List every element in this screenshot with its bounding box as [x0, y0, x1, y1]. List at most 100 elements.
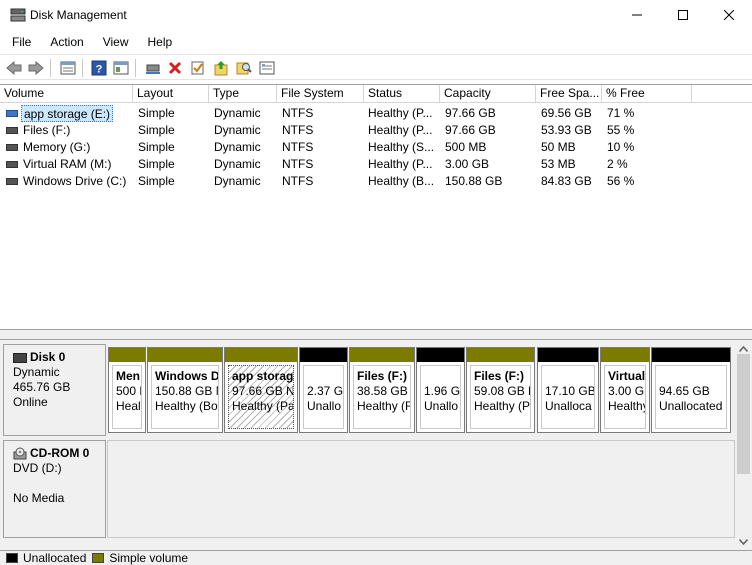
connect-icon [146, 64, 160, 74]
column-header-file-system[interactable]: File System [277, 85, 364, 102]
table-row[interactable]: Virtual RAM (M:) Simple Dynamic NTFS Hea… [0, 156, 752, 173]
partition-bar [109, 348, 145, 362]
cell-status: Healthy (P... [368, 123, 433, 137]
import-icon [214, 61, 228, 76]
table-row[interactable]: Windows Drive (C:) Simple Dynamic NTFS H… [0, 173, 752, 190]
minimize-icon [632, 14, 642, 16]
legend-bar: Unallocated Simple volume [0, 550, 752, 565]
partition-memory[interactable]: Men 500 M Heal [108, 347, 146, 433]
forward-arrow-icon [28, 61, 44, 75]
cell-status: Healthy (B... [368, 174, 435, 188]
partition-name [307, 369, 343, 384]
cell-volume: app storage (E:) [21, 105, 114, 122]
partition-body: 94.65 GB Unallocated [655, 365, 727, 429]
properties-view-button[interactable] [111, 58, 131, 78]
cell-layout: Simple [138, 157, 175, 171]
partition-app-storage[interactable]: app storag 97.66 GB N Healthy (Pa [224, 347, 298, 433]
cell-percent-free: 2 % [607, 157, 628, 171]
cell-capacity: 150.88 GB [445, 174, 503, 188]
partition-size: 500 M [116, 384, 141, 398]
back-button[interactable] [4, 58, 24, 78]
table-row[interactable]: app storage (E:) Simple Dynamic NTFS Hea… [0, 105, 752, 122]
partition-unallocated[interactable]: 2.37 GI Unallo [299, 347, 348, 433]
cell-layout: Simple [138, 174, 175, 188]
delete-button[interactable] [165, 58, 185, 78]
partition-unallocated[interactable]: 94.65 GB Unallocated [651, 347, 731, 433]
back-arrow-icon [6, 61, 22, 75]
graphical-view-scrollbar[interactable] [735, 340, 752, 550]
disk-0-kind: Dynamic [13, 365, 60, 379]
volume-icon [6, 178, 18, 185]
column-header-layout[interactable]: Layout [133, 85, 209, 102]
cell-file-system: NTFS [282, 123, 314, 137]
menu-bar: File Action View Help [0, 31, 752, 53]
import-button[interactable] [211, 58, 231, 78]
help-button[interactable]: ? [89, 58, 109, 78]
partition-size: 17.10 GB [545, 384, 595, 398]
cell-percent-free: 56 % [607, 174, 635, 188]
partition-bar [652, 348, 730, 362]
partition-name: app storag [232, 369, 294, 383]
pane-splitter[interactable] [0, 330, 752, 340]
cdrom-0-kind: DVD (D:) [13, 461, 62, 475]
column-header-status[interactable]: Status [364, 85, 440, 102]
volume-list: Volume Layout Type File System Status Ca… [0, 84, 752, 330]
cell-file-system: NTFS [282, 106, 314, 120]
cdrom-0-label[interactable]: CD-ROM 0 DVD (D:) No Media [3, 440, 106, 538]
column-header-free-space[interactable]: Free Spa... [536, 85, 602, 102]
close-icon [724, 10, 734, 20]
column-header-type[interactable]: Type [209, 85, 277, 102]
maximize-icon [678, 10, 688, 20]
cell-file-system: NTFS [282, 140, 314, 154]
settings-button[interactable] [257, 58, 277, 78]
volume-icon [6, 144, 18, 151]
partition-status: Unallo [307, 399, 342, 413]
cell-free-space: 84.83 GB [541, 174, 592, 188]
search-icon [236, 62, 252, 75]
menu-file[interactable]: File [6, 32, 37, 52]
cell-percent-free: 55 % [607, 123, 635, 137]
cell-free-space: 50 MB [541, 140, 576, 154]
search-button[interactable] [234, 58, 254, 78]
menu-help[interactable]: Help [142, 32, 179, 52]
partition-virtual-ram[interactable]: Virtual 3.00 GE Healthy [600, 347, 650, 433]
partition-status: Healthy (Pa [232, 399, 294, 413]
close-button[interactable] [706, 0, 752, 30]
cell-free-space: 53.93 GB [541, 123, 592, 137]
minimize-button[interactable] [614, 0, 660, 30]
disk-icon [13, 352, 27, 363]
delete-icon [168, 61, 182, 75]
partition-body: Windows D 150.88 GB N Healthy (Bo [151, 365, 219, 429]
partition-unallocated[interactable]: 17.10 GB Unalloca [537, 347, 599, 433]
properties-view-icon [113, 61, 129, 75]
table-row[interactable]: Files (F:) Simple Dynamic NTFS Healthy (… [0, 122, 752, 139]
partition-windows-drive[interactable]: Windows D 150.88 GB N Healthy (Bo [147, 347, 223, 433]
list-view-button[interactable] [58, 58, 78, 78]
partition-bar [467, 348, 534, 362]
table-row[interactable]: Memory (G:) Simple Dynamic NTFS Healthy … [0, 139, 752, 156]
menu-view[interactable]: View [97, 32, 135, 52]
help-icon: ? [91, 60, 107, 76]
connect-button[interactable] [143, 58, 163, 78]
partition-size: 38.58 GB N [357, 384, 410, 398]
volume-icon [6, 127, 18, 134]
column-header-volume[interactable]: Volume [0, 85, 133, 102]
column-header-percent-free[interactable]: % Free [602, 85, 692, 102]
cell-status: Healthy (S... [368, 140, 435, 154]
cdrom-0-state: No Media [13, 491, 65, 505]
scroll-thumb[interactable] [737, 354, 750, 474]
forward-button[interactable] [26, 58, 46, 78]
disk-0-label[interactable]: Disk 0 Dynamic 465.76 GB Online [3, 344, 106, 436]
check-button[interactable] [188, 58, 208, 78]
partition-name: Virtual [608, 369, 646, 383]
partition-files-1[interactable]: Files (F:) 38.58 GB N Healthy (F [349, 347, 415, 433]
column-header-capacity[interactable]: Capacity [440, 85, 536, 102]
scroll-down-button[interactable] [735, 533, 752, 550]
maximize-button[interactable] [660, 0, 706, 30]
partition-size: 1.96 G [424, 384, 461, 398]
partition-unallocated[interactable]: 1.96 G Unallo [416, 347, 465, 433]
partition-bar [225, 348, 297, 362]
partition-name [545, 369, 594, 384]
menu-action[interactable]: Action [44, 32, 89, 52]
partition-files-2[interactable]: Files (F:) 59.08 GB N Healthy (P [466, 347, 535, 433]
